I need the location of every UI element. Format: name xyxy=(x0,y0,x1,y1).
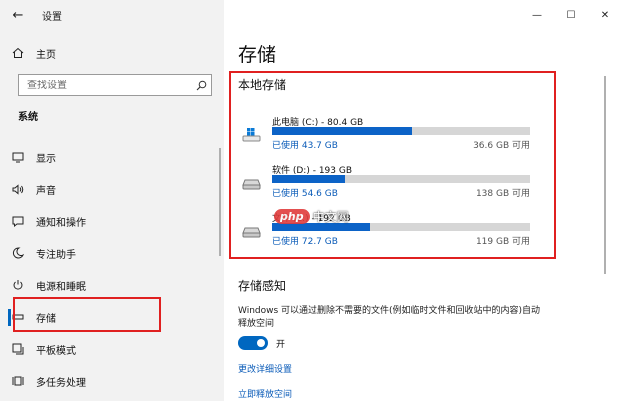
drive-used: 已使用 54.6 GB xyxy=(272,189,338,199)
close-icon: ✕ xyxy=(600,9,610,21)
back-button[interactable]: ← xyxy=(0,0,36,30)
free-space-now-link[interactable]: 立即释放空间 xyxy=(238,387,292,400)
toggle-state-label: 开 xyxy=(276,339,286,350)
drive-free: 119 GB 可用 xyxy=(475,237,530,247)
sidebar-item-label: 显示 xyxy=(36,153,56,165)
titlebar-left: ← 设置 xyxy=(0,0,224,30)
sidebar-item-label: 多任务处理 xyxy=(36,377,86,389)
windows-drive-icon xyxy=(242,127,262,147)
storage-sense-title: 存储感知 xyxy=(238,279,287,293)
sidebar-item-display[interactable]: 显示 xyxy=(0,141,224,173)
drive-usage-fill xyxy=(272,127,413,135)
drive-free: 36.6 GB 可用 xyxy=(473,141,530,151)
main-scrollbar[interactable] xyxy=(604,76,606,274)
sidebar: ← 设置 主页 系统 显示 声音 xyxy=(0,0,224,401)
arrow-left-icon: ← xyxy=(12,7,24,23)
drive-usage-bar xyxy=(272,175,530,183)
power-icon xyxy=(0,279,36,291)
drive-d[interactable]: 软件 (D:) - 193 GB 已使用 54.6 GB 138 GB 可用 xyxy=(238,163,538,209)
watermark-text: 中文网 xyxy=(312,210,349,224)
sidebar-item-notifications[interactable]: 通知和操作 xyxy=(0,205,224,237)
speaker-icon xyxy=(0,183,36,195)
sidebar-item-label: 专注助手 xyxy=(36,249,76,261)
active-indicator xyxy=(8,309,11,326)
app-title: 设置 xyxy=(42,11,62,23)
watermark-logo: php xyxy=(274,209,310,224)
maximize-icon: ☐ xyxy=(566,9,576,21)
tablet-icon xyxy=(0,343,36,355)
page-title: 存储 xyxy=(238,44,277,66)
home-icon xyxy=(0,47,36,59)
search-box xyxy=(18,74,212,96)
drive-icon xyxy=(242,223,262,242)
sidebar-item-focus[interactable]: 专注助手 xyxy=(0,237,224,269)
sidebar-item-tablet[interactable]: 平板模式 xyxy=(0,333,224,365)
search-icon[interactable] xyxy=(191,75,211,95)
minimize-icon: — xyxy=(532,9,542,21)
sidebar-item-label: 通知和操作 xyxy=(36,217,86,229)
sidebar-item-home[interactable]: 主页 xyxy=(0,42,224,64)
highlight-box-storage-nav xyxy=(13,297,161,332)
configure-storage-sense-link[interactable]: 更改详细设置 xyxy=(238,362,292,375)
storage-sense-toggle-row: 开 xyxy=(238,336,285,350)
drive-used: 已使用 43.7 GB xyxy=(272,141,338,151)
sidebar-item-sound[interactable]: 声音 xyxy=(0,173,224,205)
multitask-icon xyxy=(0,375,36,387)
sidebar-item-label: 电源和睡眠 xyxy=(36,281,86,293)
storage-sense-toggle[interactable] xyxy=(238,336,268,350)
moon-icon xyxy=(0,247,36,259)
drive-c[interactable]: 此电脑 (C:) - 80.4 GB 已使用 43.7 GB 36.6 GB 可… xyxy=(238,115,538,161)
drive-free: 138 GB 可用 xyxy=(475,189,530,199)
watermark: php 中文网 xyxy=(274,208,349,225)
window-controls: — ☐ ✕ xyxy=(520,0,622,30)
drive-usage-fill xyxy=(272,175,345,183)
drive-icon xyxy=(242,175,262,194)
monitor-icon xyxy=(0,152,36,163)
storage-sense-description: Windows 可以通过删除不需要的文件(例如临时文件和回收站中的内容)自动释放… xyxy=(238,306,541,329)
close-button[interactable]: ✕ xyxy=(588,0,622,30)
sidebar-item-label: 声音 xyxy=(36,185,56,197)
search-input[interactable] xyxy=(19,79,191,91)
drive-usage-bar xyxy=(272,127,530,135)
sidebar-item-label: 主页 xyxy=(36,49,56,61)
sidebar-scrollbar[interactable] xyxy=(219,148,221,256)
maximize-button[interactable]: ☐ xyxy=(554,0,588,30)
local-storage-title: 本地存储 xyxy=(238,78,287,92)
drive-used: 已使用 72.7 GB xyxy=(272,237,338,247)
section-label: 系统 xyxy=(18,112,38,123)
sidebar-nav: 显示 声音 通知和操作 专注助手 电源和睡眠 存储 平板模式 多任务处理 xyxy=(0,141,224,397)
notification-icon xyxy=(0,216,36,227)
sidebar-item-multitask[interactable]: 多任务处理 xyxy=(0,365,224,397)
toggle-knob xyxy=(257,339,265,347)
sidebar-item-label: 平板模式 xyxy=(36,345,76,357)
minimize-button[interactable]: — xyxy=(520,0,554,30)
